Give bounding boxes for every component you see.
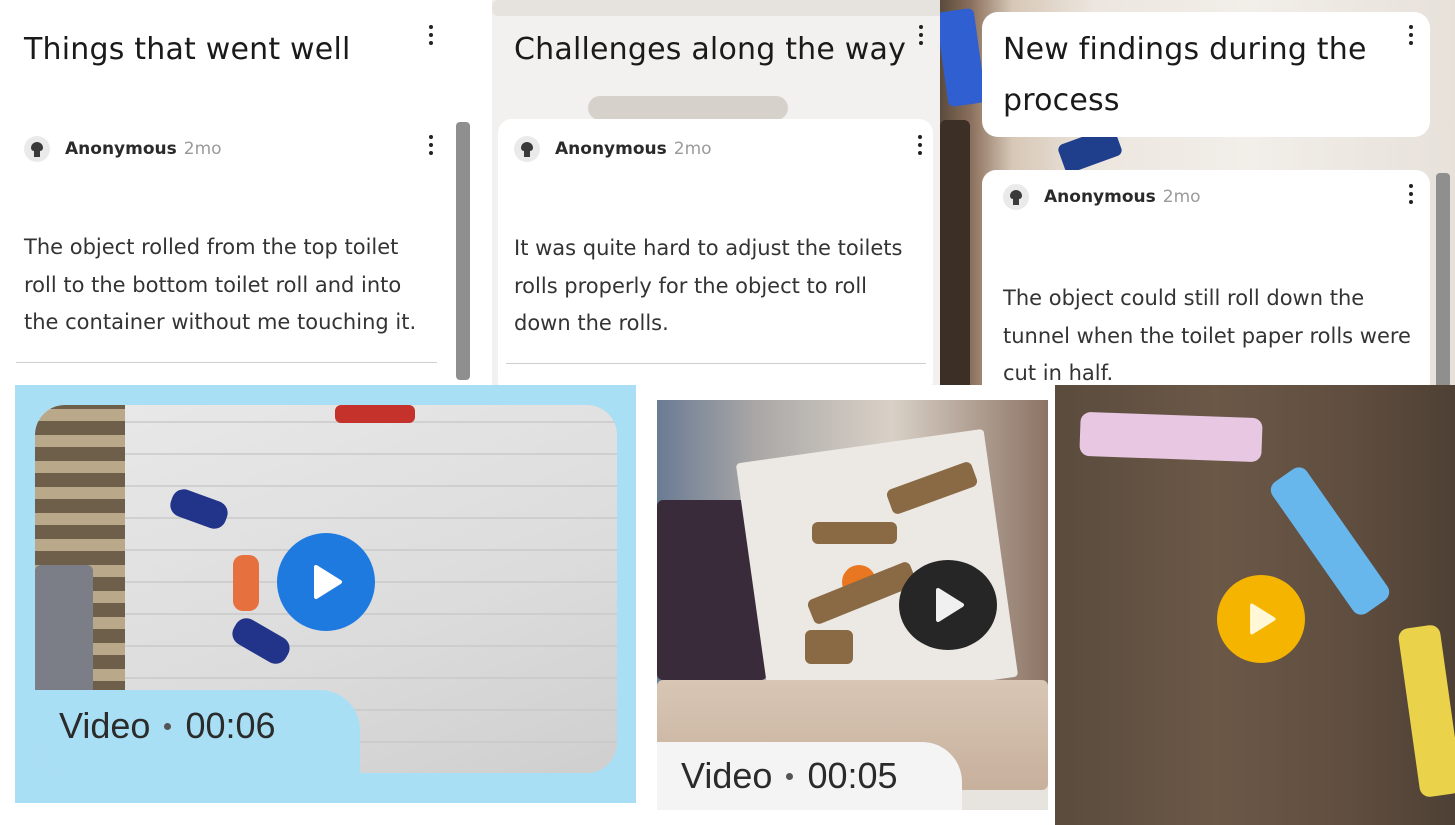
video-tile[interactable] [1055, 385, 1455, 825]
video-duration: 00:06 [185, 705, 276, 746]
scrollbar[interactable] [1436, 173, 1450, 385]
toilet-roll [228, 613, 294, 669]
column-title-card: New findings during the process [982, 12, 1430, 137]
background-photo [588, 96, 788, 120]
play-icon[interactable] [899, 560, 997, 650]
post-divider [16, 362, 437, 363]
video-tile[interactable]: Video 00:05 [657, 400, 1048, 810]
video-duration-label: Video 00:06 [59, 705, 276, 747]
background-object [335, 405, 415, 423]
video-duration: 00:05 [807, 755, 898, 796]
post-body: The object could still roll down the tun… [1003, 286, 1411, 385]
column-title: Things that went well [24, 32, 351, 67]
cardboard-strip [812, 522, 897, 544]
video-type: Video [59, 705, 151, 746]
anonymous-avatar-icon [514, 136, 540, 162]
post-age: 2mo [673, 139, 712, 159]
child-figure [35, 565, 93, 695]
post-header: Anonymous 2mo [24, 136, 222, 162]
post-menu-icon[interactable] [425, 132, 437, 158]
toilet-roll-yellow [1397, 623, 1455, 799]
post-header: Anonymous 2mo [514, 136, 712, 162]
post-age: 2mo [1162, 187, 1201, 207]
cardboard-strip [805, 630, 853, 664]
separator-dot [786, 772, 794, 780]
post-author: Anonymous [555, 139, 667, 159]
post-divider [506, 363, 926, 364]
post-author: Anonymous [65, 139, 177, 159]
video-tile[interactable]: Video 00:06 [15, 385, 636, 803]
column-challenges-along-the-way: Challenges along the way Anonymous 2mo I… [492, 0, 948, 385]
column-things-that-went-well: Things that went well Anonymous 2mo The … [0, 0, 478, 385]
column-menu-icon[interactable] [915, 22, 927, 48]
post-body: It was quite hard to adjust the toilets … [514, 236, 903, 335]
post-card[interactable]: Anonymous 2mo The object could still rol… [982, 170, 1430, 385]
post-card[interactable]: Anonymous 2mo It was quite hard to adjus… [498, 119, 933, 385]
anonymous-avatar-icon [24, 136, 50, 162]
column-title: Challenges along the way [514, 32, 907, 67]
post-menu-icon[interactable] [914, 132, 926, 158]
toilet-roll [233, 555, 259, 611]
play-icon[interactable] [1217, 575, 1305, 663]
column-menu-icon[interactable] [1405, 22, 1417, 48]
post-body: The object rolled from the top toilet ro… [24, 235, 417, 334]
video-type: Video [681, 755, 773, 796]
column-menu-icon[interactable] [425, 22, 437, 48]
scrollbar[interactable] [456, 122, 470, 380]
post-age: 2mo [183, 139, 222, 159]
toilet-roll [166, 485, 232, 533]
play-icon[interactable] [277, 533, 375, 631]
background-photo [940, 7, 987, 108]
post-header: Anonymous 2mo [1003, 184, 1201, 210]
post-menu-icon[interactable] [1405, 181, 1417, 207]
toilet-roll-pink [1079, 411, 1263, 463]
background-photo [492, 0, 948, 16]
separator-dot [164, 722, 172, 730]
anonymous-avatar-icon [1003, 184, 1029, 210]
video-duration-label: Video 00:05 [681, 755, 898, 797]
column-new-findings-during-the-process: New findings during the process Anonymou… [940, 0, 1455, 385]
post-card[interactable]: Anonymous 2mo The object rolled from the… [16, 122, 442, 385]
background-photo [940, 120, 970, 385]
column-title: New findings during the process [1003, 32, 1367, 118]
post-author: Anonymous [1044, 187, 1156, 207]
